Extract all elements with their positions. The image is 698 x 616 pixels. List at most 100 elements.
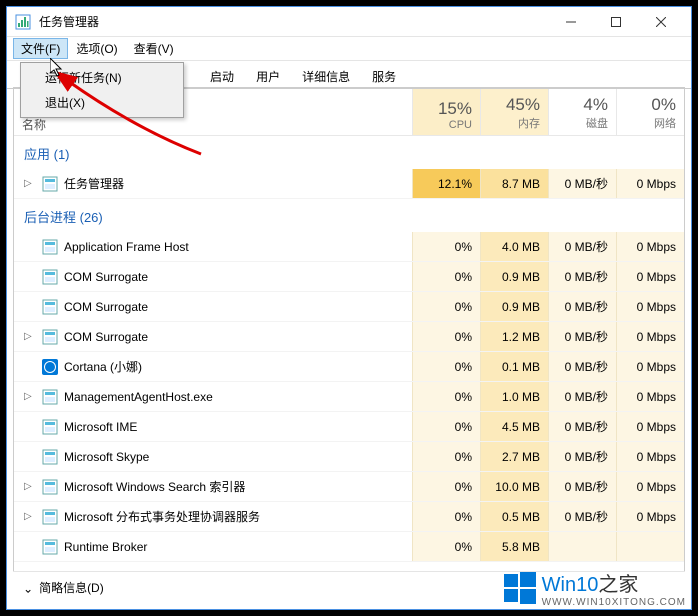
group-apps[interactable]: 应用 (1) <box>14 136 684 169</box>
menu-run-new-task[interactable]: 运行新任务(N) <box>23 65 181 90</box>
cell-mem: 4.0 MB <box>480 232 548 261</box>
cell-mem: 0.9 MB <box>480 292 548 321</box>
cell-disk: 0 MB/秒 <box>548 502 616 531</box>
cell-net: 0 Mbps <box>616 169 684 198</box>
cell-cpu: 0% <box>412 322 480 351</box>
app-icon <box>42 269 58 285</box>
table-row[interactable]: ▷ 任务管理器 12.1%8.7 MB0 MB/秒0 Mbps <box>14 169 684 199</box>
cell-cpu: 12.1% <box>412 169 480 198</box>
cell-disk <box>548 532 616 561</box>
cell-net: 0 Mbps <box>616 502 684 531</box>
app-icon <box>42 329 58 345</box>
process-list: 名称 15% CPU 45% 内存 4% 磁盘 0% 网络 应用 (1) ▷任务… <box>13 87 685 573</box>
app-icon <box>42 509 58 525</box>
cell-net: 0 Mbps <box>616 292 684 321</box>
cell-cpu: 0% <box>412 352 480 381</box>
cell-disk: 0 MB/秒 <box>548 232 616 261</box>
cell-disk: 0 MB/秒 <box>548 169 616 198</box>
table-row[interactable]: ▷Microsoft IME0%4.5 MB0 MB/秒0 Mbps <box>14 412 684 442</box>
chevron-right-icon[interactable]: ▷ <box>24 178 36 189</box>
chevron-right-icon[interactable]: ▷ <box>24 481 36 492</box>
cell-net: 0 Mbps <box>616 442 684 471</box>
table-row[interactable]: ▷ ManagementAgentHost.exe 0%1.0 MB0 MB/秒0 … <box>14 382 684 412</box>
cell-disk: 0 MB/秒 <box>548 322 616 351</box>
process-name: COM Surrogate <box>64 270 148 284</box>
table-row[interactable]: ▷COM Surrogate0%0.9 MB0 MB/秒0 Mbps <box>14 292 684 322</box>
menu-exit[interactable]: 退出(X) <box>23 90 181 115</box>
menubar: 文件(F) 选项(O) 查看(V) <box>7 37 691 61</box>
cell-cpu: 0% <box>412 292 480 321</box>
table-row[interactable]: ▷Runtime Broker0%5.8 MB <box>14 532 684 562</box>
chevron-right-icon[interactable]: ▷ <box>24 511 36 522</box>
process-name: Microsoft Windows Search 索引器 <box>64 478 245 495</box>
table-row[interactable]: ▷COM Surrogate0%1.2 MB0 MB/秒0 Mbps <box>14 322 684 352</box>
app-icon <box>42 479 58 495</box>
process-name: Microsoft IME <box>64 420 137 434</box>
minimize-button[interactable] <box>548 7 593 36</box>
windows-logo-icon <box>502 570 538 606</box>
cell-disk: 0 MB/秒 <box>548 292 616 321</box>
process-name: ManagementAgentHost.exe <box>64 390 213 404</box>
app-icon <box>42 299 58 315</box>
app-icon <box>42 176 58 192</box>
tab-details[interactable]: 详细信息 <box>291 63 361 89</box>
cell-mem: 4.5 MB <box>480 412 548 441</box>
group-background[interactable]: 后台进程 (26) <box>14 199 684 232</box>
cell-net <box>616 532 684 561</box>
process-name: Cortana (小娜) <box>64 358 142 375</box>
cell-cpu: 0% <box>412 502 480 531</box>
cell-net: 0 Mbps <box>616 232 684 261</box>
window-title: 任务管理器 <box>39 13 548 30</box>
col-mem-header[interactable]: 45% 内存 <box>480 88 548 135</box>
col-net-header[interactable]: 0% 网络 <box>616 88 684 135</box>
chevron-right-icon[interactable]: ▷ <box>24 331 36 342</box>
maximize-button[interactable] <box>593 7 638 36</box>
cell-mem: 5.8 MB <box>480 532 548 561</box>
titlebar: 任务管理器 <box>7 7 691 37</box>
cell-mem: 1.0 MB <box>480 382 548 411</box>
app-icon <box>42 239 58 255</box>
menu-view[interactable]: 查看(V) <box>126 38 182 59</box>
cell-disk: 0 MB/秒 <box>548 442 616 471</box>
cell-disk: 0 MB/秒 <box>548 412 616 441</box>
cell-cpu: 0% <box>412 412 480 441</box>
app-icon <box>42 449 58 465</box>
table-row[interactable]: ▷Cortana (小娜)0%0.1 MB0 MB/秒0 Mbps <box>14 352 684 382</box>
cell-net: 0 Mbps <box>616 382 684 411</box>
cell-mem: 8.7 MB <box>480 169 548 198</box>
cell-net: 0 Mbps <box>616 262 684 291</box>
cell-cpu: 0% <box>412 532 480 561</box>
process-name: Application Frame Host <box>64 240 189 254</box>
cell-net: 0 Mbps <box>616 412 684 441</box>
cell-cpu: 0% <box>412 382 480 411</box>
app-icon <box>42 419 58 435</box>
tab-users[interactable]: 用户 <box>245 63 291 89</box>
table-row[interactable]: ▷Microsoft Skype0%2.7 MB0 MB/秒0 Mbps <box>14 442 684 472</box>
cell-mem: 10.0 MB <box>480 472 548 501</box>
process-name: COM Surrogate <box>64 300 148 314</box>
table-row[interactable]: ▷COM Surrogate0%0.9 MB0 MB/秒0 Mbps <box>14 262 684 292</box>
cell-cpu: 0% <box>412 262 480 291</box>
table-row[interactable]: ▷Microsoft Windows Search 索引器0%10.0 MB0 … <box>14 472 684 502</box>
tab-startup[interactable]: 启动 <box>199 63 245 89</box>
col-disk-header[interactable]: 4% 磁盘 <box>548 88 616 135</box>
col-cpu-header[interactable]: 15% CPU <box>412 88 480 135</box>
watermark: Win10之家 WWW.WIN10XITONG.COM <box>502 568 686 608</box>
tab-services[interactable]: 服务 <box>361 63 407 89</box>
cell-disk: 0 MB/秒 <box>548 352 616 381</box>
cell-mem: 0.1 MB <box>480 352 548 381</box>
menu-file[interactable]: 文件(F) <box>13 38 68 59</box>
process-name: 任务管理器 <box>64 175 124 192</box>
taskmgr-icon <box>15 14 31 30</box>
table-row[interactable]: ▷Application Frame Host0%4.0 MB0 MB/秒0 M… <box>14 232 684 262</box>
close-button[interactable] <box>638 7 683 36</box>
chevron-up-icon[interactable]: ⌃ <box>23 581 33 595</box>
cell-cpu: 0% <box>412 442 480 471</box>
app-icon <box>42 389 58 405</box>
menu-options[interactable]: 选项(O) <box>68 38 125 59</box>
cell-mem: 0.9 MB <box>480 262 548 291</box>
chevron-right-icon[interactable]: ▷ <box>24 391 36 402</box>
cell-disk: 0 MB/秒 <box>548 382 616 411</box>
table-row[interactable]: ▷Microsoft 分布式事务处理协调器服务0%0.5 MB0 MB/秒0 M… <box>14 502 684 532</box>
brief-info-link[interactable]: 简略信息(D) <box>39 579 104 596</box>
